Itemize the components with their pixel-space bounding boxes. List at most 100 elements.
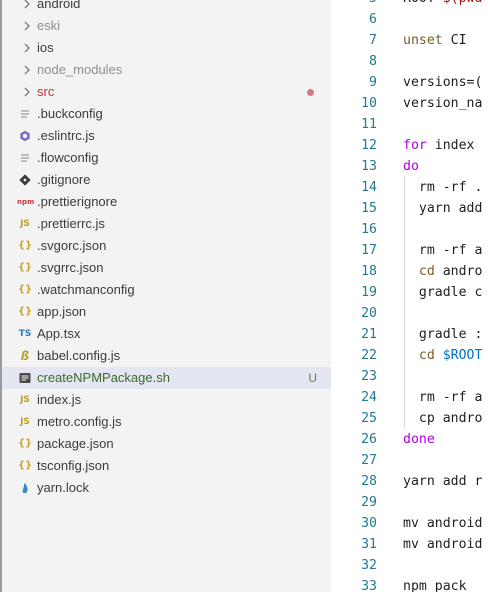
code-token: yarn add r xyxy=(403,474,483,489)
ts-icon: TS xyxy=(18,329,32,339)
line-number: 28 xyxy=(361,474,377,489)
line-number: 5 xyxy=(331,0,377,9)
file-item-metro-config-js[interactable]: JS metro.config.js xyxy=(2,411,331,433)
line-number: 10 xyxy=(361,96,377,111)
item-label: .eslintrc.js xyxy=(37,128,95,143)
file-item-eslintrc-js[interactable]: .eslintrc.js xyxy=(2,125,331,147)
file-item-svgorc-json[interactable]: {} .svgorc.json xyxy=(2,235,331,257)
code-line[interactable]: 17 rm -rf a xyxy=(331,240,488,261)
line-number: 32 xyxy=(361,558,377,573)
code-text: versions=( xyxy=(403,72,482,93)
code-editor[interactable]: 5 ROOT=$(pwd 6 7 unset CI 8 9 versions=( 10 versi… xyxy=(331,0,488,592)
code-line[interactable]: 28 yarn add r xyxy=(331,471,488,492)
code-token: gradle c xyxy=(403,285,483,300)
code-token: CI xyxy=(442,33,467,48)
code-line[interactable]: 6 xyxy=(331,9,488,30)
code-text: rm -rf . xyxy=(403,177,483,198)
file-item-createnpmpackage-sh[interactable]: createNPMPackage.sh U xyxy=(2,367,331,389)
code-line[interactable]: 21 gradle : xyxy=(331,324,488,345)
line-number: 18 xyxy=(361,264,377,279)
code-line[interactable]: 27 xyxy=(331,450,488,471)
item-label: node_modules xyxy=(37,62,123,77)
folder-item-src[interactable]: src xyxy=(2,81,331,103)
item-label: App.tsx xyxy=(37,326,81,341)
line-number: 24 xyxy=(361,390,377,405)
code-line[interactable]: 18 cd andro xyxy=(331,261,488,282)
code-line[interactable]: 22 cd $ROOT xyxy=(331,345,488,366)
line-number: 8 xyxy=(369,54,377,69)
code-line[interactable]: 10 version_na xyxy=(331,93,488,114)
file-item-yarn-lock[interactable]: yarn.lock xyxy=(2,477,331,499)
file-item-buckconfig[interactable]: .buckconfig xyxy=(2,103,331,125)
line-number: 9 xyxy=(369,75,377,90)
code-line[interactable]: 11 xyxy=(331,114,488,135)
code-line[interactable]: 19 gradle c xyxy=(331,282,488,303)
code-line[interactable]: 9 versions=( xyxy=(331,72,488,93)
code-line[interactable]: 24 rm -rf a xyxy=(331,387,488,408)
file-item-gitignore[interactable]: .gitignore xyxy=(2,169,331,191)
code-line[interactable]: 16 xyxy=(331,219,488,240)
line-number: 17 xyxy=(361,243,377,258)
code-text: yarn add r xyxy=(403,471,482,492)
file-item-prettierrc-js[interactable]: JS .prettierrc.js xyxy=(2,213,331,235)
file-item-prettierignore[interactable]: npm .prettierignore xyxy=(2,191,331,213)
file-item-flowconfig[interactable]: .flowconfig xyxy=(2,147,331,169)
file-item-svgrrc-json[interactable]: {} .svgrrc.json xyxy=(2,257,331,279)
code-text: yarn add xyxy=(403,198,483,219)
file-item-index-js[interactable]: JS index.js xyxy=(2,389,331,411)
folder-item-android[interactable]: android xyxy=(2,0,331,15)
folder-item-eski[interactable]: eski xyxy=(2,15,331,37)
code-line[interactable]: 30 mv android xyxy=(331,513,488,534)
code-text: ROOT=$(pwd xyxy=(403,0,482,9)
code-line[interactable]: 8 xyxy=(331,51,488,72)
code-line[interactable]: 25 cp andro xyxy=(331,408,488,429)
code-token: version_na xyxy=(403,96,483,111)
item-label: createNPMPackage.sh xyxy=(37,370,170,385)
json-icon: {} xyxy=(17,438,33,449)
json-icon: {} xyxy=(17,240,33,251)
line-number: 11 xyxy=(361,117,377,132)
code-line[interactable]: 5 ROOT=$(pwd xyxy=(331,0,488,9)
code-line[interactable]: 33 npm pack xyxy=(331,576,488,592)
code-text: done xyxy=(403,429,435,450)
code-line[interactable]: 23 xyxy=(331,366,488,387)
code-line[interactable]: 20 xyxy=(331,303,488,324)
file-item-watchmanconfig[interactable]: {} .watchmanconfig xyxy=(2,279,331,301)
item-label: .prettierignore xyxy=(37,194,118,209)
code-token: done xyxy=(403,432,435,447)
code-line[interactable]: 13 do xyxy=(331,156,488,177)
code-text: rm -rf a xyxy=(403,240,483,261)
code-line[interactable]: 32 xyxy=(331,555,488,576)
item-label: eski xyxy=(37,18,61,33)
chevron-right-icon xyxy=(22,59,32,81)
code-line[interactable]: 26 done xyxy=(331,429,488,450)
folder-item-ios[interactable]: ios xyxy=(2,37,331,59)
code-line[interactable]: 12 for index xyxy=(331,135,488,156)
file-item-app-tsx[interactable]: TS App.tsx xyxy=(2,323,331,345)
code-text: mv android xyxy=(403,513,482,534)
file-item-app-json[interactable]: {} app.json xyxy=(2,301,331,323)
code-line[interactable]: 31 mv android xyxy=(331,534,488,555)
line-number: 20 xyxy=(361,306,377,321)
item-label: android xyxy=(37,0,81,11)
code-line[interactable]: 29 xyxy=(331,492,488,513)
file-item-tsconfig-json[interactable]: {} tsconfig.json xyxy=(2,455,331,477)
code-line[interactable]: 14 rm -rf . xyxy=(331,177,488,198)
item-label: .flowconfig xyxy=(37,150,99,165)
code-token: unset xyxy=(403,33,443,48)
code-line[interactable]: 15 yarn add xyxy=(331,198,488,219)
line-number: 19 xyxy=(361,285,377,300)
npm-icon: npm xyxy=(17,198,35,206)
item-label: metro.config.js xyxy=(37,414,122,429)
code-token: cp andro xyxy=(403,411,483,426)
item-label: app.json xyxy=(37,304,87,319)
file-item-babel-config-js[interactable]: ß babel.config.js xyxy=(2,345,331,367)
file-item-package-json[interactable]: {} package.json xyxy=(2,433,331,455)
code-token: rm -rf a xyxy=(403,390,483,405)
indent-guide xyxy=(404,366,405,387)
chevron-right-icon xyxy=(22,0,32,15)
git-icon xyxy=(17,169,33,191)
code-line[interactable]: 7 unset CI xyxy=(331,30,488,51)
code-text: cp andro xyxy=(403,408,483,429)
folder-item-node-modules[interactable]: node_modules xyxy=(2,59,331,81)
